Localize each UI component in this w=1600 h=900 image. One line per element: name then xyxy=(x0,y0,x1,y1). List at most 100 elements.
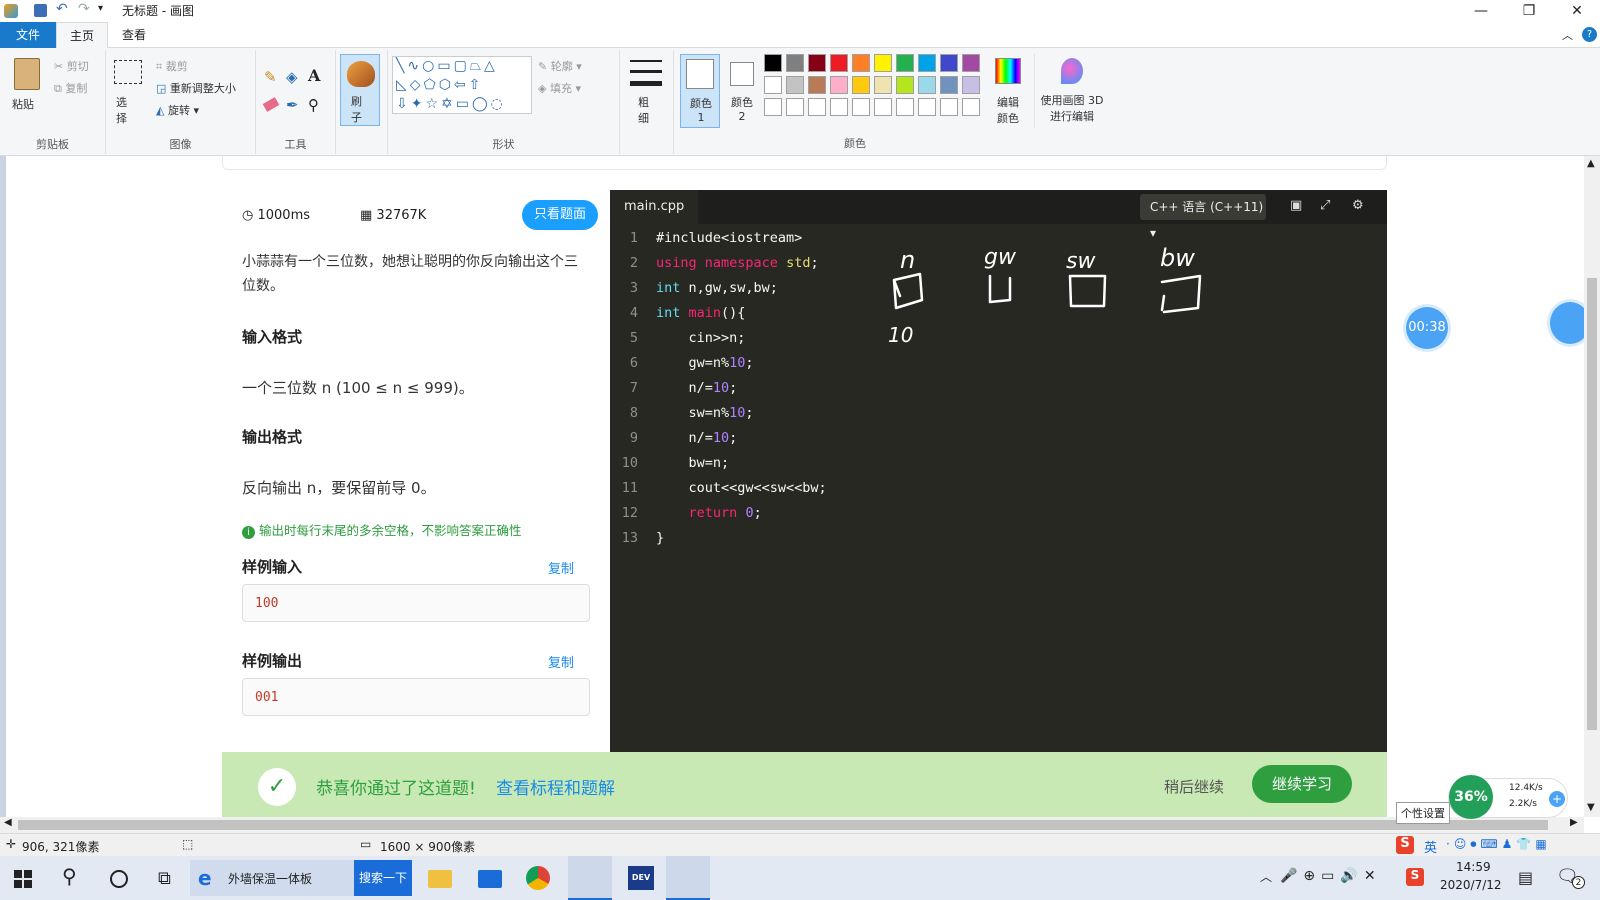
dev-cpp-icon[interactable]: DEV xyxy=(628,866,654,890)
save-code-icon[interactable]: ▣ xyxy=(1290,198,1302,213)
later-button[interactable]: 稍后继续 xyxy=(1164,776,1224,797)
only-problem-button[interactable]: 只看题面 xyxy=(522,200,598,230)
tray-icons[interactable]: 🎤⊕▭🔊✕ xyxy=(1280,868,1382,884)
undo-icon[interactable]: ↶ xyxy=(56,1,68,17)
minimize-button[interactable]: — xyxy=(1458,0,1504,22)
color1-button[interactable]: 颜色 1 xyxy=(680,54,720,128)
palette-swatch[interactable] xyxy=(874,54,892,72)
text-icon[interactable]: A xyxy=(308,66,320,85)
palette-swatch[interactable] xyxy=(808,76,826,94)
file-explorer-icon[interactable] xyxy=(428,870,452,888)
palette-swatch[interactable] xyxy=(808,54,826,72)
pencil-icon[interactable]: ✎ xyxy=(264,68,277,86)
search-icon[interactable]: ⚲ xyxy=(62,864,77,888)
palette-swatch[interactable] xyxy=(918,54,936,72)
scroll-right-icon[interactable]: ▶ xyxy=(1570,817,1578,828)
palette-swatch[interactable] xyxy=(896,54,914,72)
tray-overflow-icon[interactable]: ︿ xyxy=(1260,868,1272,885)
clock-time[interactable]: 14:59 xyxy=(1456,860,1491,874)
horizontal-scrollbar[interactable]: ◀ ▶ xyxy=(0,817,1584,833)
palette-swatch[interactable] xyxy=(786,98,804,116)
task-view-icon[interactable]: ⧉ xyxy=(158,868,171,889)
code-line[interactable]: 10 bw=n; xyxy=(610,451,1110,476)
scroll-left-icon[interactable]: ◀ xyxy=(4,817,12,828)
color2-button[interactable]: 颜色 2 xyxy=(724,54,762,128)
code-line[interactable]: 13} xyxy=(610,526,1110,551)
palette-swatch[interactable] xyxy=(874,98,892,116)
save-icon[interactable] xyxy=(34,4,47,17)
palette-swatch[interactable] xyxy=(918,76,936,94)
palette-swatch[interactable] xyxy=(874,76,892,94)
collapse-ribbon-icon[interactable]: ︿ xyxy=(1562,27,1573,43)
plus-icon[interactable]: + xyxy=(1549,791,1565,807)
paste-button[interactable]: 粘贴 xyxy=(8,56,46,124)
mail-icon[interactable] xyxy=(478,870,502,888)
paint3d-button[interactable]: 使用画图 3D 进行编辑 xyxy=(1034,54,1106,128)
code-line[interactable]: 8 sw=n%10; xyxy=(610,401,1110,426)
language-select[interactable]: C++ 语言 (C++11) ▾ xyxy=(1140,194,1266,240)
vertical-scrollbar[interactable]: ▲ ▼ xyxy=(1584,156,1600,817)
cut-button[interactable]: ✂ 剪切 xyxy=(54,58,89,74)
continue-button[interactable]: 继续学习 xyxy=(1252,765,1352,803)
palette-swatch[interactable] xyxy=(940,98,958,116)
fullscreen-icon[interactable]: ⤢ xyxy=(1320,198,1330,213)
code-line[interactable]: 9 n/=10; xyxy=(610,426,1110,451)
ie-task[interactable]: e 外墙保温一体板 搜索一下 xyxy=(190,860,412,896)
palette-swatch[interactable] xyxy=(852,98,870,116)
app-window-icon[interactable] xyxy=(666,856,710,900)
sample-output-copy[interactable]: 复制 xyxy=(548,652,574,671)
palette-swatch[interactable] xyxy=(918,98,936,116)
code-line[interactable]: 6 gw=n%10; xyxy=(610,351,1110,376)
palette-swatch[interactable] xyxy=(764,76,782,94)
palette-swatch[interactable] xyxy=(764,98,782,116)
palette-swatch[interactable] xyxy=(830,98,848,116)
maximize-button[interactable]: ❐ xyxy=(1506,0,1552,22)
scroll-up-icon[interactable]: ▲ xyxy=(1587,158,1595,169)
outline-button[interactable]: ✎ 轮廓 ▾ xyxy=(538,58,582,74)
chrome-icon[interactable] xyxy=(526,866,550,890)
palette-swatch[interactable] xyxy=(852,54,870,72)
net-monitor[interactable]: 36% 12.4K/s 2.2K/s + xyxy=(1448,775,1568,819)
resize-button[interactable]: ◲ 重新调整大小 xyxy=(156,80,236,96)
clock-date[interactable]: 2020/7/12 xyxy=(1440,878,1502,892)
paint-app-icon[interactable] xyxy=(4,4,18,18)
select-button[interactable]: 选择 xyxy=(112,58,144,126)
palette-swatch[interactable] xyxy=(830,54,848,72)
palette-swatch[interactable] xyxy=(764,54,782,72)
search-go-button[interactable]: 搜索一下 xyxy=(354,860,412,896)
redo-icon[interactable]: ↷ xyxy=(78,1,90,17)
vertical-scroll-thumb[interactable] xyxy=(1587,278,1597,730)
close-button[interactable]: ✕ xyxy=(1554,0,1600,22)
palette-swatch[interactable] xyxy=(896,98,914,116)
quick-access-dropdown-icon[interactable]: ▾ xyxy=(98,3,103,14)
taskbar-app-icon[interactable]: ▤ xyxy=(1518,868,1533,887)
shapes-gallery[interactable]: ╲∿○▭▢⏢△ ◺◇⬠⬡⇦⇧ ⇩✦☆✡▭◯◌ xyxy=(392,56,532,114)
file-tab[interactable]: main.cpp xyxy=(610,190,699,224)
palette-swatch[interactable] xyxy=(852,76,870,94)
palette-swatch[interactable] xyxy=(808,98,826,116)
palette-swatch[interactable] xyxy=(962,54,980,72)
windows-start-icon[interactable] xyxy=(14,870,32,888)
fill-bucket-icon[interactable]: ◈ xyxy=(286,68,298,86)
sogou-tray-icon[interactable]: S xyxy=(1406,868,1424,886)
code-line[interactable]: 11 cout<<gw<<sw<<bw; xyxy=(610,476,1110,501)
copy-button[interactable]: ⧉ 复制 xyxy=(54,80,87,96)
brush-button[interactable]: 刷子 xyxy=(340,54,380,126)
palette-swatch[interactable] xyxy=(896,76,914,94)
help-icon[interactable]: ? xyxy=(1582,27,1597,42)
tab-file[interactable]: 文件 xyxy=(0,22,56,48)
palette-swatch[interactable] xyxy=(830,76,848,94)
crop-button[interactable]: ⌗ 裁剪 xyxy=(156,58,188,74)
cortana-icon[interactable] xyxy=(110,870,128,888)
sample-input-copy[interactable]: 复制 xyxy=(548,558,574,577)
scroll-down-icon[interactable]: ▼ xyxy=(1587,802,1595,813)
tab-home[interactable]: 主页 xyxy=(56,22,108,48)
palette-swatch[interactable] xyxy=(962,76,980,94)
size-button[interactable]: 粗细 xyxy=(626,56,666,126)
view-solution-link[interactable]: 查看标程和题解 xyxy=(496,774,615,799)
edit-colors-button[interactable]: 编辑颜色 xyxy=(988,54,1028,128)
tab-view[interactable]: 查看 xyxy=(112,22,156,48)
code-line[interactable]: 7 n/=10; xyxy=(610,376,1110,401)
code-line[interactable]: 12 return 0; xyxy=(610,501,1110,526)
ime-language[interactable]: 英 xyxy=(1424,837,1437,856)
